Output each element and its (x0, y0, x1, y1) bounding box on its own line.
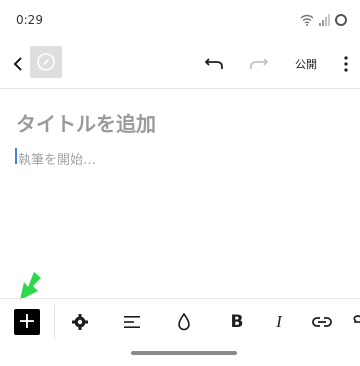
undo-button[interactable] (200, 48, 228, 80)
italic-button[interactable]: I (268, 299, 290, 345)
gear-icon (72, 314, 88, 330)
redo-icon (250, 58, 269, 69)
redo-button[interactable] (245, 48, 273, 80)
back-button[interactable] (6, 48, 30, 80)
droplet-icon (178, 313, 190, 331)
compass-icon (37, 53, 55, 71)
add-block-button[interactable]: + (14, 309, 40, 335)
bold-button[interactable]: B (226, 299, 248, 345)
block-settings-button[interactable] (66, 299, 94, 345)
undo-icon (204, 58, 223, 69)
format-toolbar: + B I (0, 298, 360, 345)
site-icon-button[interactable] (30, 46, 62, 78)
home-indicator[interactable] (131, 351, 237, 355)
link-icon (312, 317, 332, 327)
strikethrough-icon (353, 315, 360, 323)
text-cursor (15, 148, 17, 164)
text-color-button[interactable] (170, 299, 198, 345)
chevron-left-icon (13, 57, 22, 71)
post-body-input[interactable]: 執筆を開始… (18, 149, 96, 168)
align-button[interactable] (118, 299, 146, 345)
signal-icon (319, 14, 330, 26)
editor-toolbar: 公開 (0, 40, 360, 89)
wifi-icon (300, 14, 314, 26)
publish-button[interactable]: 公開 (288, 48, 324, 80)
strikethrough-button[interactable] (348, 299, 360, 345)
status-icons (300, 13, 348, 27)
align-left-icon (124, 316, 140, 328)
battery-ring-icon (335, 14, 347, 26)
toolbar-divider (54, 305, 55, 339)
status-time: 0:29 (16, 13, 43, 27)
more-menu-button[interactable] (334, 48, 358, 80)
link-button[interactable] (308, 299, 336, 345)
more-vertical-icon (344, 56, 348, 72)
post-title-input[interactable]: タイトルを追加 (16, 108, 156, 137)
status-bar: 0:29 (0, 0, 360, 40)
